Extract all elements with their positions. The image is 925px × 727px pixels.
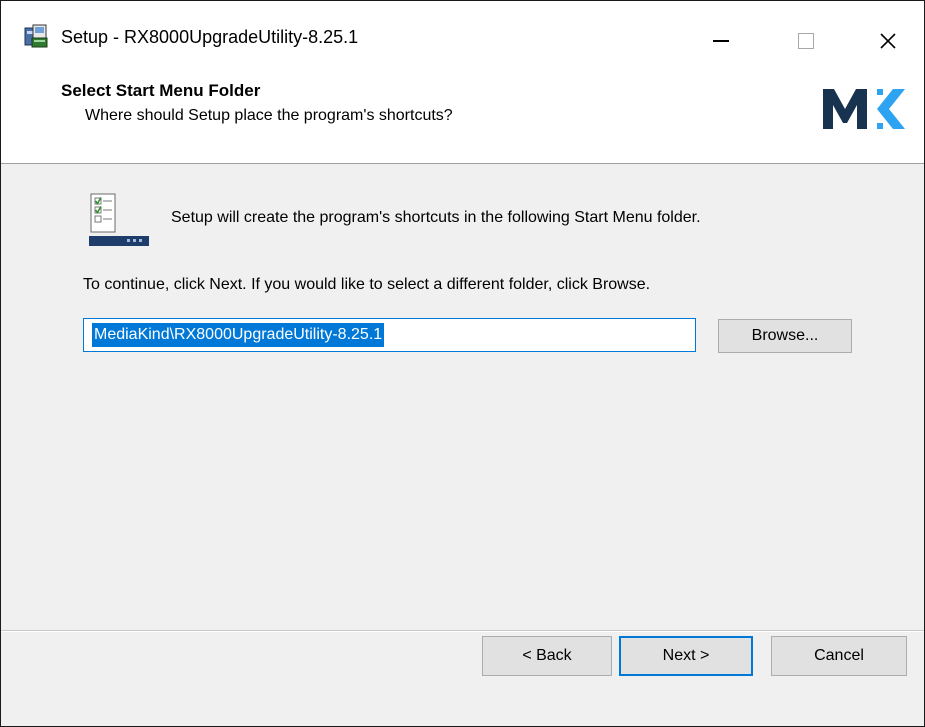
maximize-button[interactable] bbox=[760, 9, 852, 67]
instruction-text: To continue, click Next. If you would li… bbox=[83, 276, 651, 293]
footer-divider bbox=[1, 631, 924, 632]
page-title: Select Start Menu Folder bbox=[61, 81, 261, 100]
start-menu-folder-icon bbox=[89, 193, 149, 246]
title-bar[interactable]: Setup - RX8000UpgradeUtility-8.25.1 bbox=[1, 1, 924, 69]
minimize-icon bbox=[713, 40, 729, 42]
wizard-header: Select Start Menu Folder Where should Se… bbox=[1, 69, 924, 164]
window-title: Setup - RX8000UpgradeUtility-8.25.1 bbox=[61, 27, 359, 47]
intro-text: Setup will create the program's shortcut… bbox=[171, 209, 701, 226]
back-button[interactable]: < Back bbox=[482, 636, 612, 676]
close-button[interactable] bbox=[842, 9, 924, 67]
installer-icon bbox=[24, 24, 48, 48]
start-menu-folder-input[interactable]: MediaKind\RX8000UpgradeUtility-8.25.1 bbox=[83, 318, 696, 352]
mediakind-logo: MK bbox=[823, 89, 905, 129]
cancel-button[interactable]: Cancel bbox=[771, 636, 907, 676]
minimize-button[interactable] bbox=[675, 9, 767, 67]
folder-input-value: MediaKind\RX8000UpgradeUtility-8.25.1 bbox=[92, 323, 385, 347]
browse-button[interactable]: Browse... bbox=[718, 319, 852, 353]
page-subtitle: Where should Setup place the program's s… bbox=[85, 107, 453, 124]
next-button[interactable]: Next > bbox=[619, 636, 753, 676]
close-icon bbox=[880, 33, 896, 49]
maximize-icon bbox=[798, 33, 814, 49]
setup-window: Setup - RX8000UpgradeUtility-8.25.1 Sele… bbox=[0, 0, 925, 727]
wizard-footer: < Back Next > Cancel bbox=[1, 630, 924, 726]
wizard-content: Setup will create the program's shortcut… bbox=[1, 164, 924, 630]
